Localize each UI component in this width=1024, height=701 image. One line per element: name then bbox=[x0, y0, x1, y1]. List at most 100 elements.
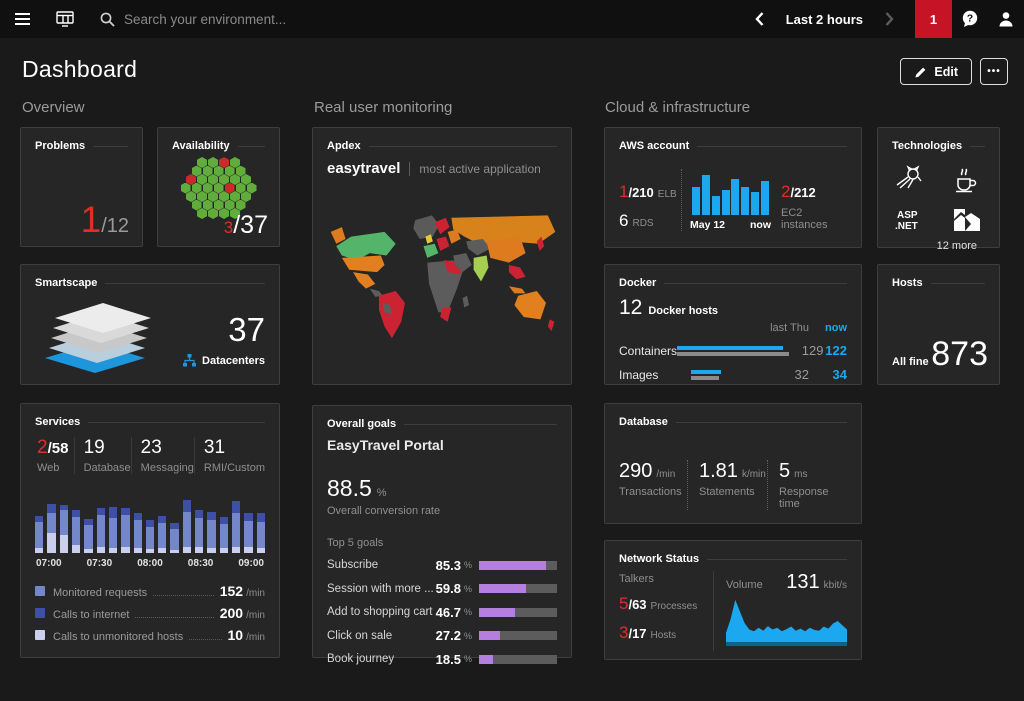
conversion-rate-value: 88.5 bbox=[327, 475, 372, 502]
legend-value: 200 bbox=[220, 605, 243, 621]
legend-label: Calls to unmonitored hosts bbox=[53, 631, 183, 643]
top-goals-label: Top 5 goals bbox=[327, 537, 557, 549]
stat-unit: ms bbox=[794, 469, 807, 480]
column-title-cloud: Cloud & infrastructure bbox=[605, 99, 750, 116]
svg-text:.NET: .NET bbox=[895, 221, 918, 232]
svg-text:ASP: ASP bbox=[897, 210, 918, 221]
time-next-button[interactable] bbox=[877, 0, 901, 38]
goal-unit: % bbox=[464, 654, 472, 664]
more-button[interactable]: ••• bbox=[980, 58, 1008, 85]
legend-row: Monitored requests152/min bbox=[35, 583, 265, 599]
goal-value: 85.3 bbox=[436, 558, 461, 573]
legend-unit: /min bbox=[246, 588, 265, 599]
tile-aws-account[interactable]: AWS account 1/210ELB 6RDS May 12now 2/21… bbox=[604, 127, 862, 248]
services-stats: 2/58Web 19Database 23Messaging 31RMI/Cus… bbox=[35, 437, 265, 474]
tile-hosts[interactable]: Hosts All fine873 bbox=[877, 264, 1000, 385]
docker-containers-row: Containers 129 122 bbox=[619, 343, 847, 358]
docker-images-row: Images 32 34 bbox=[619, 367, 847, 382]
tile-database[interactable]: Database 290/minTransactions 1.81k/minSt… bbox=[604, 403, 862, 524]
column-title-overview: Overview bbox=[22, 99, 85, 116]
tile-title: Problems bbox=[35, 140, 85, 152]
aws-elb-label: ELB bbox=[658, 189, 677, 200]
tile-technologies[interactable]: Technologies ASP.NET 12 more bbox=[877, 127, 1000, 248]
docker-hosts-label: Docker hosts bbox=[648, 305, 718, 317]
conversion-rate-label: Overall conversion rate bbox=[327, 505, 557, 517]
database-statements-stat: 1.81k/minStatements bbox=[687, 460, 767, 510]
x-tick: 07:00 bbox=[36, 558, 62, 569]
tile-overall-goals[interactable]: Overall goals EasyTravel Portal 88.5% Ov… bbox=[312, 405, 572, 658]
tile-apdex[interactable]: Apdex easytravel most active application bbox=[312, 127, 572, 385]
availability-hexgrid bbox=[172, 157, 265, 219]
stat-value: 1.81 bbox=[699, 460, 738, 483]
svg-text:?: ? bbox=[967, 12, 973, 24]
search-icon bbox=[100, 12, 115, 27]
tile-services[interactable]: Services 2/58Web 19Database 23Messaging … bbox=[20, 403, 280, 658]
services-bar-chart bbox=[35, 489, 265, 553]
docker-col-then: last Thu bbox=[763, 322, 809, 334]
tile-problems[interactable]: Problems 1/12 bbox=[20, 127, 143, 247]
goal-unit: % bbox=[464, 607, 472, 617]
tile-title: Database bbox=[619, 416, 668, 428]
aws-axis-end: now bbox=[750, 219, 771, 231]
aws-rds-count: 6 bbox=[619, 211, 628, 231]
apdex-app-name: easytravel bbox=[327, 160, 400, 177]
time-prev-button[interactable] bbox=[748, 0, 772, 38]
problems-badge[interactable]: 1 bbox=[915, 0, 952, 38]
goal-label: Session with more ... bbox=[327, 583, 436, 595]
technologies-more-label: 12 more bbox=[892, 240, 985, 252]
legend-swatch-monitored bbox=[35, 586, 45, 596]
tile-network-status[interactable]: Network Status Talkers 5/63Processes 3/1… bbox=[604, 540, 862, 660]
legend-unit: /min bbox=[246, 632, 265, 643]
dashboards-icon[interactable] bbox=[44, 0, 86, 38]
conversion-rate-unit: % bbox=[377, 487, 387, 499]
services-messaging-count: 23 bbox=[141, 437, 194, 459]
services-rmi-label: RMI/Custom bbox=[204, 462, 265, 474]
search-input[interactable] bbox=[124, 12, 344, 27]
legend-swatch-unmonitored bbox=[35, 630, 45, 640]
apdex-app-subtitle: most active application bbox=[419, 162, 540, 176]
database-transactions-stat: 290/minTransactions bbox=[619, 460, 687, 510]
tile-smartscape[interactable]: Smartscape 37 Datacenters bbox=[20, 264, 280, 385]
user-button[interactable] bbox=[988, 0, 1024, 38]
stat-value: 5 bbox=[779, 460, 790, 483]
goal-row: Subscribe85.3% bbox=[327, 558, 557, 573]
docker-row-label: Containers bbox=[619, 344, 677, 358]
stat-unit: /min bbox=[656, 469, 675, 480]
aws-axis-start: May 12 bbox=[690, 219, 725, 231]
apdex-world-map bbox=[327, 213, 559, 343]
network-processes-total: /63 bbox=[628, 597, 646, 612]
goal-bar bbox=[479, 561, 557, 570]
docker-containers-bars bbox=[677, 346, 795, 356]
time-range-label[interactable]: Last 2 hours bbox=[786, 12, 863, 27]
network-hosts-affected: 3 bbox=[619, 623, 628, 643]
edit-button-label: Edit bbox=[934, 65, 958, 79]
legend-swatch-internet bbox=[35, 608, 45, 618]
tile-title: Availability bbox=[172, 140, 230, 152]
network-hosts-label: Hosts bbox=[651, 630, 677, 641]
menu-icon[interactable] bbox=[0, 0, 44, 38]
datacenters-label: Datacenters bbox=[202, 355, 265, 367]
goals-app-name: EasyTravel Portal bbox=[327, 437, 557, 453]
services-database-count: 19 bbox=[84, 437, 131, 459]
network-volume-chart bbox=[726, 596, 847, 646]
network-icon bbox=[183, 354, 196, 367]
docker-images-bars bbox=[691, 370, 763, 380]
goal-value: 46.7 bbox=[436, 605, 461, 620]
images-tech-icon bbox=[952, 207, 982, 233]
docker-then-value: 32 bbox=[763, 367, 809, 382]
problems-open-count: 1 bbox=[81, 201, 102, 238]
aws-rds-label: RDS bbox=[632, 218, 653, 229]
x-tick: 07:30 bbox=[87, 558, 113, 569]
edit-button[interactable]: Edit bbox=[900, 58, 972, 85]
aspnet-icon: ASP.NET bbox=[894, 207, 926, 233]
goal-unit: % bbox=[464, 584, 472, 594]
legend-unit: /min bbox=[246, 610, 265, 621]
services-web-total: /58 bbox=[48, 440, 69, 457]
stat-value: 290 bbox=[619, 460, 652, 483]
tile-availability[interactable]: Availability 3/37 bbox=[157, 127, 280, 247]
volume-unit: kbit/s bbox=[824, 580, 847, 591]
tile-docker[interactable]: Docker 12Docker hosts last Thunow Contai… bbox=[604, 264, 862, 385]
help-button[interactable]: ? bbox=[952, 0, 988, 38]
docker-col-now: now bbox=[809, 322, 847, 334]
goal-row: Add to shopping cart46.7% bbox=[327, 605, 557, 620]
